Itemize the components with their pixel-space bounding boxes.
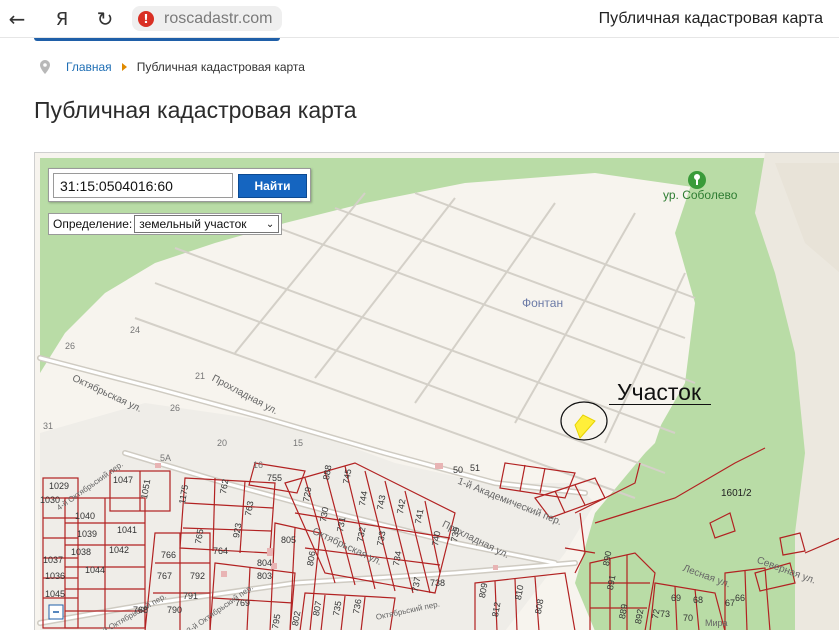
location-pin-icon	[40, 60, 50, 74]
house-number: 764	[213, 546, 229, 556]
house-number: 69	[671, 593, 682, 603]
house-number: 1047	[113, 475, 134, 485]
house-number: 1040	[75, 511, 96, 521]
house-number: 1044	[85, 565, 106, 575]
house-number: 768	[133, 605, 149, 615]
house-number: 68	[693, 595, 704, 605]
house-number: 1042	[109, 545, 130, 555]
house-number: 1041	[117, 525, 138, 535]
house-number: 1039	[77, 529, 98, 539]
tab-title: Публичная кадастровая карта	[598, 10, 823, 27]
house-number: 804	[257, 558, 273, 568]
find-button[interactable]: Найти	[238, 174, 307, 198]
house-number: 738	[430, 578, 446, 588]
house-number: 51	[470, 463, 481, 473]
house-number: 791	[183, 591, 199, 601]
house-number: 1036	[45, 571, 66, 581]
street-label: Мира	[705, 618, 728, 628]
house-number: 21	[195, 371, 206, 381]
house-number: 792	[190, 571, 206, 581]
definition-select[interactable]: земельный участок ⌄	[134, 215, 280, 233]
yandex-icon[interactable]: Я	[49, 6, 75, 32]
page-title: Публичная кадастровая карта	[34, 97, 357, 123]
house-number: 20	[217, 438, 228, 448]
browser-toolbar: ← Я ↻ ! roscadastr.com Публичная кадастр…	[0, 0, 839, 38]
back-arrow-icon[interactable]: ←	[4, 6, 30, 32]
address-bar[interactable]: ! roscadastr.com	[132, 6, 282, 31]
plot-id-label: 1601/2	[721, 488, 752, 499]
house-number: 790	[167, 605, 183, 615]
house-number: 66	[735, 593, 746, 603]
chevron-down-icon: ⌄	[265, 218, 275, 230]
house-number: 24	[130, 325, 141, 335]
breadcrumb-home-link[interactable]: Главная	[66, 60, 112, 74]
house-number: 766	[161, 550, 177, 560]
house-number: 1045	[45, 589, 66, 599]
house-number: 1038	[71, 547, 92, 557]
warning-icon: !	[138, 10, 154, 27]
parcel-annotation-underline	[609, 404, 711, 405]
house-number: 755	[267, 473, 283, 483]
house-number: 73	[660, 609, 671, 619]
house-number: 15	[293, 438, 304, 448]
house-number: 26	[170, 403, 181, 413]
parcel-annotation-label: Участок	[617, 379, 702, 405]
house-number: 31	[43, 421, 54, 431]
house-number: 70	[683, 613, 694, 623]
breadcrumb-current: Публичная кадастровая карта	[136, 60, 305, 74]
house-number: 16	[253, 460, 264, 470]
house-number: 50	[453, 465, 464, 475]
breadcrumb-arrow-icon	[121, 63, 127, 71]
house-number: 1037	[43, 555, 64, 565]
house-number: 769	[235, 598, 251, 608]
definition-panel: Определение: земельный участок ⌄	[48, 213, 282, 235]
place-label-soboleva: ур. Соболево	[663, 188, 738, 202]
house-number: 767	[157, 571, 173, 581]
house-number: 1029	[49, 481, 70, 491]
house-number: 805	[281, 535, 297, 545]
house-number: 803	[257, 571, 273, 581]
nav-accent-strip	[34, 38, 280, 41]
house-number: 67	[725, 598, 736, 608]
breadcrumb: Главная Публичная кадастровая карта	[40, 58, 305, 76]
definition-label: Определение:	[53, 217, 133, 231]
house-number: 1030	[40, 495, 61, 505]
definition-selected-value: земельный участок	[139, 217, 247, 231]
cadastral-number-input[interactable]	[53, 173, 233, 198]
reload-icon[interactable]: ↻	[92, 6, 118, 32]
district-label: Фонтан	[522, 296, 564, 310]
house-number: 5А	[160, 453, 172, 463]
house-number: 26	[65, 341, 76, 351]
url-text: roscadastr.com	[164, 9, 273, 27]
cadastral-search-panel: Найти	[48, 168, 311, 202]
